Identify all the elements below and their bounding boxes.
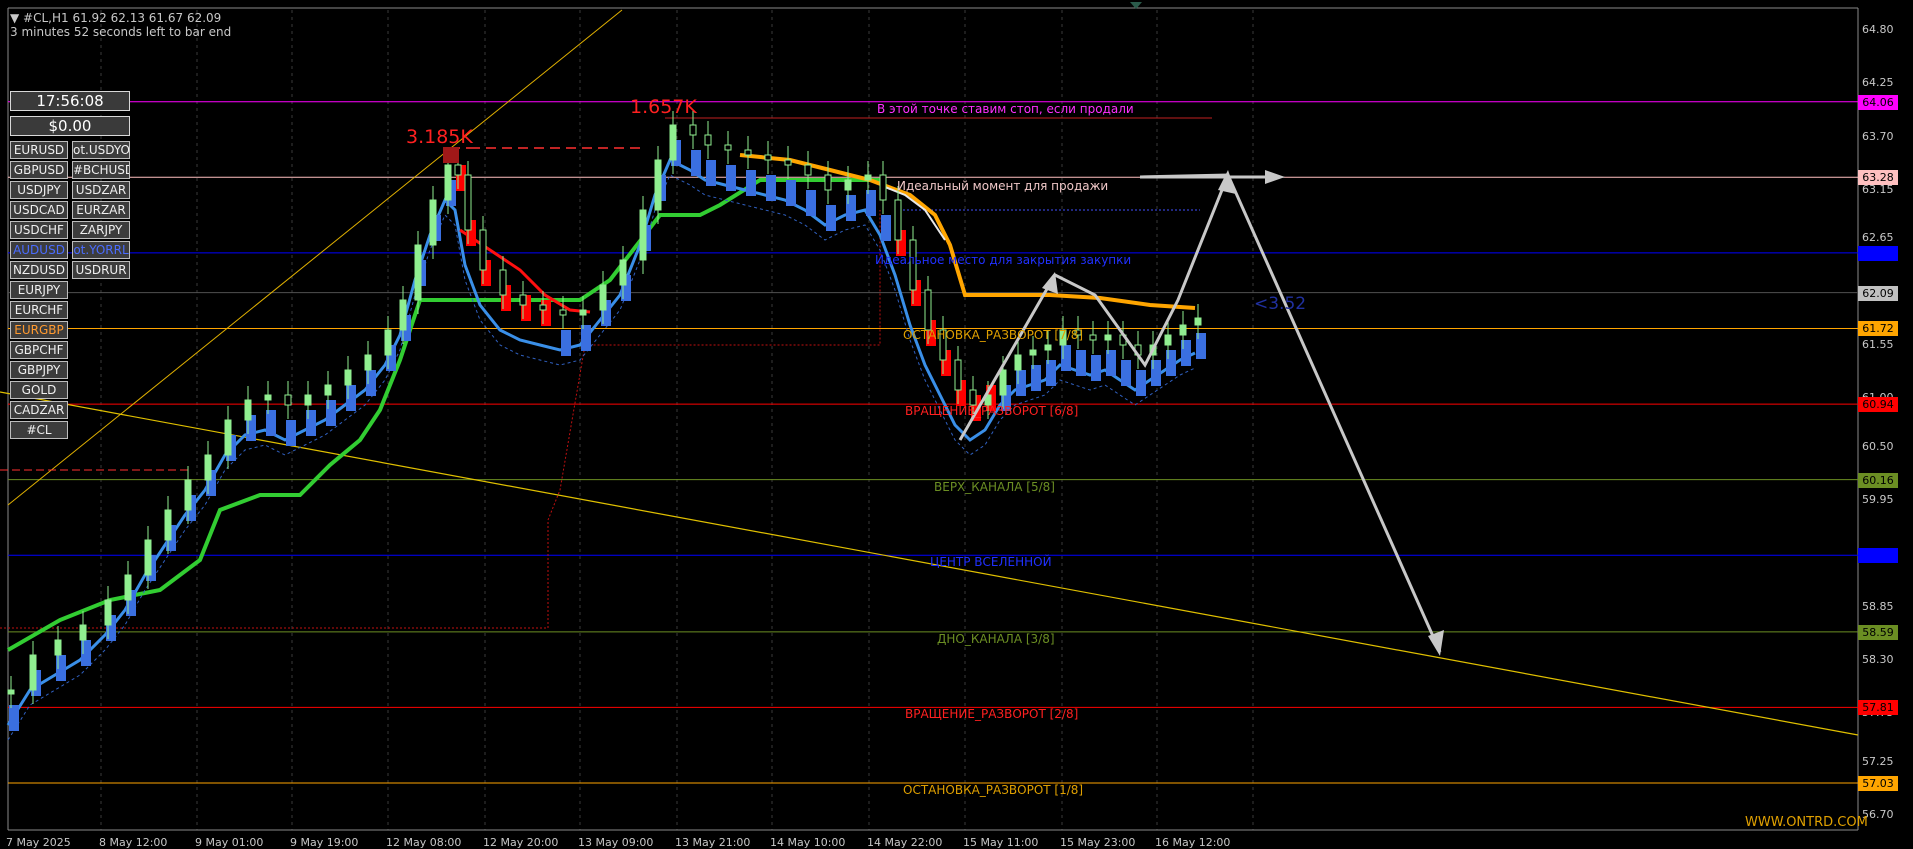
time-axis-label: 8 May 12:00 — [99, 836, 168, 849]
price-tag: 60.94 — [1858, 397, 1898, 413]
symbol-header: ▼ #CL,H1 61.92 62.13 61.67 62.09 — [10, 11, 222, 25]
kumo-block — [826, 205, 836, 231]
symbol-button-usdrur[interactable]: USDRUR — [72, 261, 130, 279]
peak-volume-2: 1.657K — [630, 96, 697, 118]
price-tag: 61.72 — [1858, 321, 1898, 337]
kumo-block — [691, 150, 701, 176]
kumo-block — [1121, 360, 1131, 386]
kumo-block — [561, 330, 571, 356]
time-axis-label: 15 May 11:00 — [963, 836, 1039, 849]
time-axis-label: 16 May 12:00 — [1155, 836, 1231, 849]
price-axis-label: 61.55 — [1862, 337, 1894, 351]
time-axis-label: 9 May 01:00 — [195, 836, 264, 849]
symbol-button-otusdyo[interactable]: ot.USDYO — [72, 141, 130, 159]
symbol-button-cl[interactable]: #CL — [10, 421, 68, 439]
symbol-button-eurzar[interactable]: EURZAR — [72, 201, 130, 219]
stop-7-8-label: ОСТАНОВКА_РАЗВОРОТ [7/8] — [903, 328, 1084, 342]
time-axis-label: 13 May 21:00 — [675, 836, 751, 849]
price-axis-label: 63.70 — [1862, 129, 1894, 143]
kumo-block — [786, 180, 796, 206]
close-buy-label: Идеальное место для закрытия закупки — [875, 253, 1132, 267]
clock-display: 17:56:08 — [10, 91, 130, 111]
kumo-block — [706, 160, 716, 186]
price-axis-label: 60.50 — [1862, 439, 1894, 453]
kumo-block — [1136, 370, 1146, 396]
kumo-block — [9, 705, 19, 731]
symbol-button-audusd[interactable]: AUDUSD — [10, 241, 68, 259]
symbol-button-eurusd[interactable]: EURUSD — [10, 141, 68, 159]
kumo-block — [286, 420, 296, 446]
price-tag: 64.06 — [1858, 94, 1898, 110]
time-axis-label: 12 May 08:00 — [386, 836, 462, 849]
price-axis-label: 58.30 — [1862, 652, 1894, 666]
symbol-button-zarjpy[interactable]: ZARJPY — [72, 221, 130, 239]
symbol-button-usdchf[interactable]: USDCHF — [10, 221, 68, 239]
chart-shift-marker[interactable] — [1130, 2, 1142, 9]
price-tag: 62.09 — [1858, 285, 1898, 301]
symbol-button-cadzar[interactable]: CADZAR — [10, 401, 68, 419]
stop-1-8-label: ОСТАНОВКА_РАЗВОРОТ [1/8] — [903, 783, 1084, 797]
symbol-button-gbpjpy[interactable]: GBPJPY — [10, 361, 68, 379]
symbol-button-usdzar[interactable]: USDZAR — [72, 181, 130, 199]
rot-2-8-label: ВРАЩЕНИЕ_РАЗВОРОТ [2/8] — [905, 707, 1079, 721]
price-axis-label: 59.95 — [1862, 493, 1894, 507]
time-axis-label: 14 May 10:00 — [770, 836, 846, 849]
kumo-block — [746, 170, 756, 196]
symbol-button-usdjpy[interactable]: USDJPY — [10, 181, 68, 199]
symbol-button-eurchf[interactable]: EURCHF — [10, 301, 68, 319]
price-axis-label: 64.80 — [1862, 23, 1894, 36]
ideal-sell-label: Идеальный момент для продажи — [897, 179, 1109, 193]
symbol-button-eurgbp[interactable]: EURGBP — [10, 321, 68, 339]
time-axis-label: 9 May 19:00 — [290, 836, 359, 849]
center-label: ЦЕНТР ВСЕЛЕННОЙ — [930, 555, 1052, 569]
kumo-block — [1091, 355, 1101, 381]
peak-volume-1: 3.185K — [406, 126, 473, 148]
bottom-3-8-label: ДНО_КАНАЛА [3/8] — [937, 632, 1055, 646]
price-axis-label: 58.85 — [1862, 599, 1894, 613]
kumo-block — [726, 165, 736, 191]
price-tag: 60.16 — [1858, 472, 1898, 488]
price-axis-label: 57.25 — [1862, 754, 1894, 768]
time-axis-label: 15 May 23:00 — [1060, 836, 1136, 849]
symbol-button-nzdusd[interactable]: NZDUSD — [10, 261, 68, 279]
symbol-button-eurjpy[interactable]: EURJPY — [10, 281, 68, 299]
price-tag: 58.59 — [1858, 624, 1898, 640]
symbol-button-usdcad[interactable]: USDCAD — [10, 201, 68, 219]
symbol-button-bchusd[interactable]: #BCHUSD — [72, 161, 130, 179]
top-5-8-label: ВЕРХ_КАНАЛА [5/8] — [934, 480, 1055, 494]
price-tag: 63.28 — [1858, 170, 1898, 186]
symbol-button-gbpusd[interactable]: GBPUSD — [10, 161, 68, 179]
watermark: WWW.ONTRD.COM — [1745, 815, 1868, 830]
symbol-button-otyorrl[interactable]: ot.YORRL — [72, 241, 130, 259]
price-axis-label: 64.25 — [1862, 76, 1894, 90]
time-axis-label: 13 May 09:00 — [578, 836, 654, 849]
kumo-block — [881, 215, 891, 241]
price-tag: 59.38 — [1858, 548, 1898, 564]
rot-6-8-label: ВРАЩЕНИЕ_РАЗВОРОТ [6/8] — [905, 404, 1079, 418]
price-tag: 57.03 — [1858, 776, 1898, 792]
symbol-button-gbpchf[interactable]: GBPCHF — [10, 341, 68, 359]
kumo-block — [1076, 350, 1086, 376]
price-tag: 62.50 — [1858, 245, 1898, 261]
kumo-block — [806, 190, 816, 216]
time-axis-label: 14 May 22:00 — [867, 836, 943, 849]
symbol-button-gold[interactable]: GOLD — [10, 381, 68, 399]
time-axis-label: 12 May 20:00 — [483, 836, 559, 849]
kumo-block — [766, 175, 776, 201]
price-axis-label: 62.65 — [1862, 231, 1894, 245]
stop-note-label: В этой точке ставим стоп, если продали — [877, 102, 1134, 116]
balance-display: $0.00 — [10, 116, 130, 136]
delta-label: <3.52 — [1254, 294, 1307, 314]
price-tag: 57.81 — [1858, 700, 1898, 716]
bar-timer: 3 minutes 52 seconds left to bar end — [10, 25, 232, 39]
time-axis-label: 7 May 2025 — [6, 836, 71, 849]
